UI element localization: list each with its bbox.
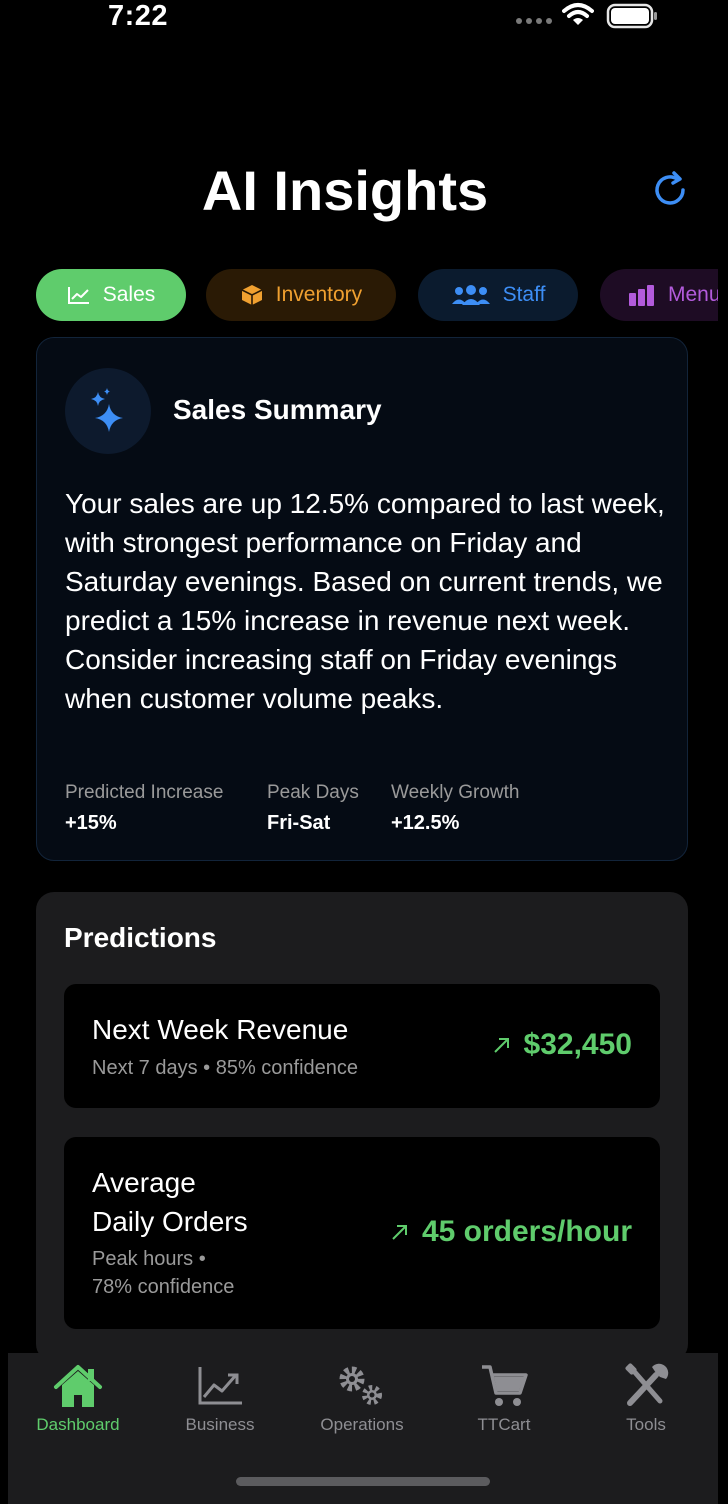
predictions-card: Predictions Next Week Revenue Next 7 day…	[36, 892, 688, 1362]
prediction-value: $32,450	[492, 1028, 632, 1062]
gears-icon	[339, 1366, 382, 1405]
nav-business[interactable]: Business	[155, 1363, 285, 1435]
sales-summary-card: Sales Summary Your sales are up 12.5% co…	[36, 337, 688, 861]
status-time: 7:22	[108, 0, 169, 32]
page-title: AI Insights	[201, 159, 489, 222]
home-indicator	[236, 1477, 490, 1486]
tab-staff[interactable]: Staff	[418, 269, 578, 321]
stat-peak-days: Peak Days Fri-Sat	[267, 782, 359, 835]
prediction-next-week-revenue[interactable]: Next Week Revenue Next 7 days • 85% conf…	[64, 984, 660, 1108]
prediction-name-line: Average	[92, 1167, 196, 1198]
tab-menu-label: Menu	[668, 283, 718, 306]
nav-ttcart[interactable]: TTCart	[439, 1363, 569, 1435]
stat-value: +15%	[65, 812, 117, 834]
tab-inventory-label: Inventory	[275, 283, 363, 306]
tools-icon	[625, 1363, 669, 1406]
stat-value: Fri-Sat	[267, 812, 331, 834]
category-tabs: Sales Inventory Staff Menu	[36, 268, 718, 324]
ai-badge	[65, 368, 151, 454]
trend-up-icon	[392, 1225, 407, 1240]
prediction-meta-line: 78% confidence	[92, 1276, 235, 1298]
summary-text: Your sales are up 12.5% compared to last…	[65, 488, 665, 714]
sparkles-icon	[91, 388, 123, 432]
status-bar: 7:22	[0, 0, 728, 40]
stat-label: Peak Days	[267, 782, 359, 803]
stat-label: Predicted Increase	[65, 782, 224, 803]
chart-icon	[198, 1367, 242, 1405]
summary-title: Sales Summary	[173, 394, 382, 425]
tab-sales[interactable]: Sales	[36, 269, 186, 321]
box-icon	[241, 285, 263, 305]
tab-inventory[interactable]: Inventory	[206, 269, 396, 321]
refresh-icon[interactable]	[650, 170, 690, 210]
nav-label: Operations	[320, 1415, 404, 1434]
nav-label: TTCart	[477, 1415, 531, 1434]
stat-predicted-increase: Predicted Increase +15%	[65, 782, 223, 835]
people-icon	[451, 285, 490, 305]
bar-chart-icon	[629, 285, 654, 306]
prediction-value: 45 orders/hour	[390, 1215, 632, 1249]
wifi-icon	[562, 3, 594, 25]
prediction-average-daily-orders[interactable]: Average Daily Orders Peak hours • 78% co…	[64, 1137, 660, 1329]
house-icon	[54, 1365, 102, 1407]
line-chart-icon	[67, 287, 89, 304]
prediction-name: Next Week Revenue	[92, 1014, 349, 1045]
prediction-name: Average Daily Orders	[92, 1163, 248, 1241]
prediction-value-text: $32,450	[523, 1028, 632, 1061]
nav-label: Tools	[626, 1415, 666, 1434]
cellular-signal-icon	[516, 18, 552, 24]
nav-label: Business	[185, 1415, 255, 1434]
prediction-name-line: Daily Orders	[92, 1206, 248, 1237]
trend-up-icon	[493, 1038, 509, 1053]
tab-sales-label: Sales	[102, 283, 156, 306]
nav-tools[interactable]: Tools	[581, 1363, 711, 1435]
predictions-title: Predictions	[64, 922, 217, 953]
stat-label: Weekly Growth	[391, 782, 520, 803]
nav-dashboard[interactable]: Dashboard	[13, 1363, 143, 1435]
cart-icon	[482, 1365, 528, 1406]
prediction-value-text: 45 orders/hour	[421, 1215, 632, 1248]
stat-weekly-growth: Weekly Growth +12.5%	[391, 782, 519, 835]
tab-menu[interactable]: Menu	[600, 269, 718, 321]
stat-value: +12.5%	[391, 812, 460, 834]
prediction-meta: Next 7 days • 85% confidence	[92, 1057, 359, 1079]
battery-icon	[606, 3, 657, 29]
nav-label: Dashboard	[36, 1415, 120, 1434]
tab-staff-label: Staff	[502, 283, 546, 306]
prediction-meta: Peak hours • 78% confidence	[92, 1245, 234, 1301]
nav-operations[interactable]: Operations	[297, 1363, 427, 1435]
prediction-meta-line: Peak hours •	[92, 1248, 206, 1270]
